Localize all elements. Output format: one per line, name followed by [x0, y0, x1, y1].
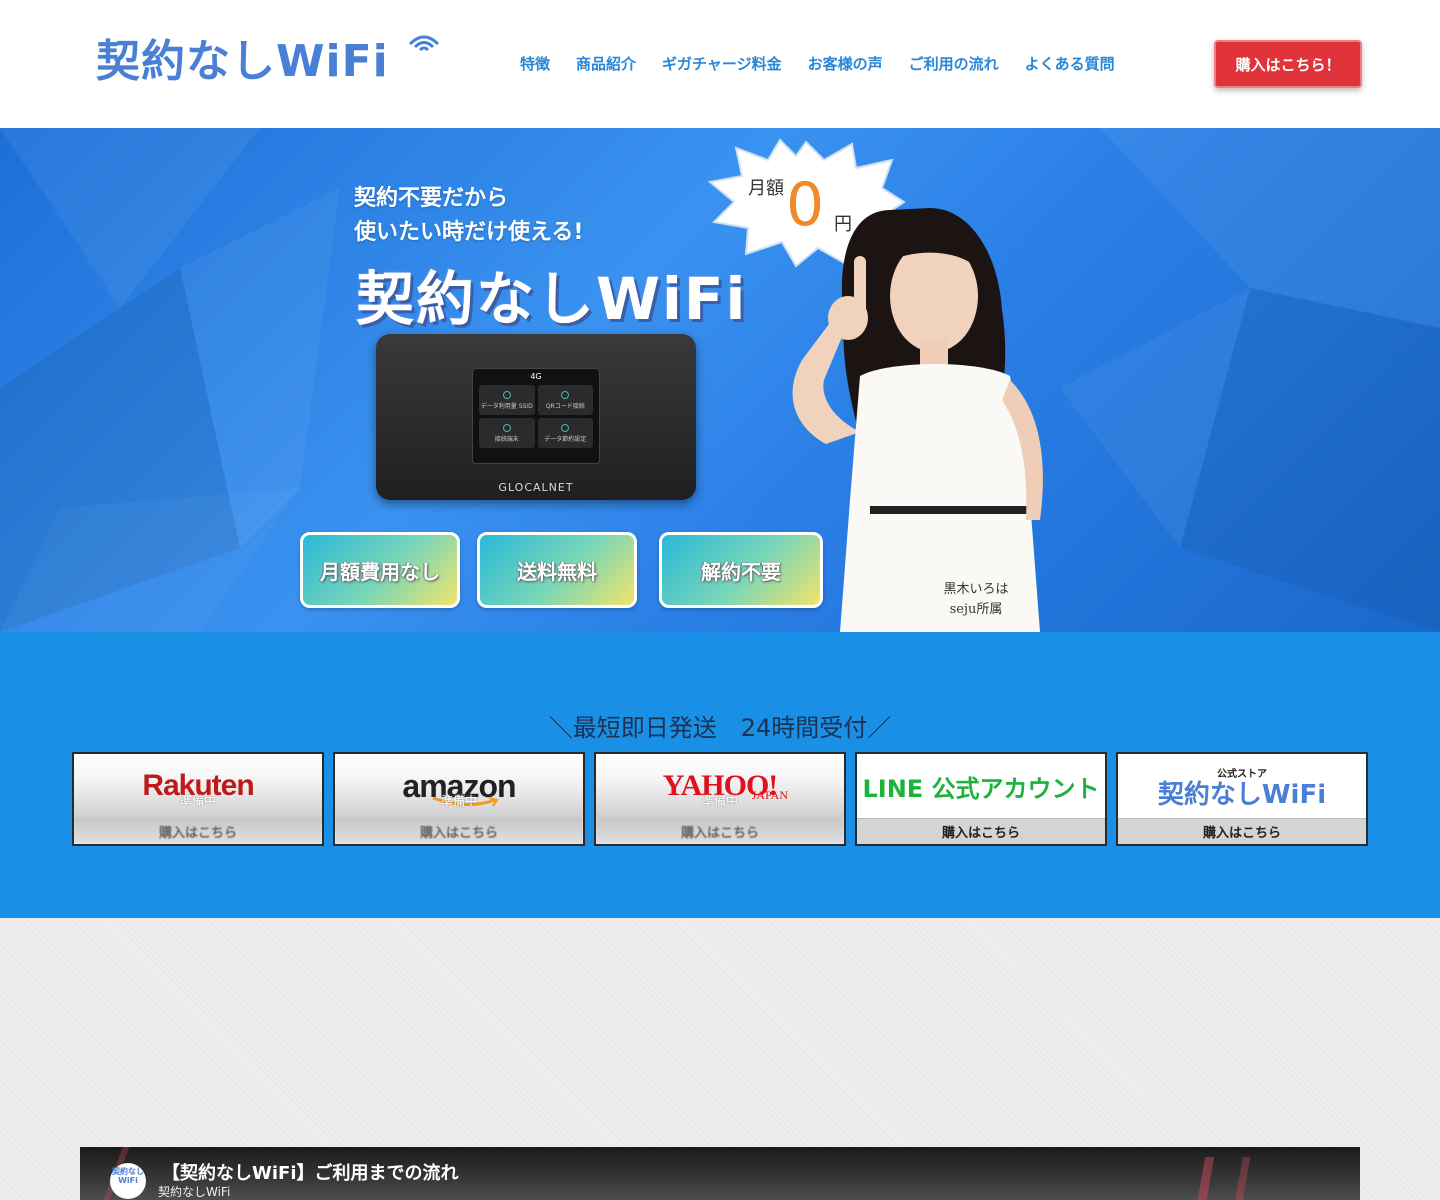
store-yahoo[interactable]: YAHOO! JAPAN 準備中 購入はこちら	[594, 752, 846, 846]
video-section: 契約なしWiFi 【契約なしWiFi】ご利用までの流れ 契約なしWiFi	[0, 918, 1440, 1200]
official-store-logo: 契約なしWiFi	[1157, 779, 1327, 810]
logo-text: 契約なしWiFi	[96, 36, 389, 87]
store-buy-link[interactable]: 購入はこちら	[74, 818, 322, 844]
feature-no-monthly-fee: 月額費用なし	[300, 532, 460, 608]
model-photo	[792, 208, 1043, 632]
model-credit: 黒木いろは seju所属	[943, 582, 1009, 617]
official-store-label: 公式ストア	[1217, 768, 1267, 780]
store-section: ＼最短即日発送 24時間受付／ Rakuten 準備中 購入はこちら amazo…	[0, 632, 1440, 918]
hero-tagline: 契約不要だから 使いたい時だけ使える!	[354, 182, 583, 250]
store-buy-link[interactable]: 購入はこちら	[596, 818, 844, 844]
video-channel-name[interactable]: 契約なしWiFi	[158, 1183, 230, 1200]
router-tile: データ節約設定	[537, 418, 593, 448]
hero-tagline-line1: 契約不要だから	[354, 186, 509, 211]
nav-features[interactable]: 特徴	[520, 48, 550, 80]
main-nav: 特徴 商品紹介 ギガチャージ料金 お客様の声 ご利用の流れ よくある質問	[520, 48, 1141, 80]
video-player[interactable]: 契約なしWiFi 【契約なしWiFi】ご利用までの流れ 契約なしWiFi	[80, 1147, 1360, 1200]
store-official[interactable]: 公式ストア 契約なしWiFi 購入はこちら	[1116, 752, 1368, 846]
router-tile: 接続端末	[479, 418, 535, 448]
router-status: 4G	[530, 372, 542, 381]
store-rakuten[interactable]: Rakuten 準備中 購入はこちら	[72, 752, 324, 846]
shield-icon	[561, 423, 570, 432]
store-status: 準備中	[440, 794, 477, 808]
hero-tagline-line2: 使いたい時だけ使える!	[354, 220, 584, 245]
wifi-router-image: 4G データ利用量 SSID QRコード接続 接続端末 データ節約設定 GLOC…	[376, 334, 696, 500]
router-tile: QRコード接続	[537, 385, 593, 415]
price-label: 月額	[748, 178, 784, 199]
store-status: 準備中	[179, 794, 216, 808]
store-buy-link[interactable]: 購入はこちら	[335, 818, 583, 844]
router-screen: 4G データ利用量 SSID QRコード接続 接続端末 データ節約設定	[472, 368, 600, 464]
nav-giga-charge-pricing[interactable]: ギガチャージ料金	[662, 48, 782, 80]
store-buy-link[interactable]: 購入はこちら	[857, 818, 1105, 844]
hero-title: 契約なしWiFi	[356, 265, 748, 333]
channel-avatar[interactable]: 契約なしWiFi	[110, 1163, 146, 1199]
store-amazon[interactable]: amazon 準備中 購入はこちら	[333, 752, 585, 846]
store-status: 準備中	[701, 794, 738, 808]
nav-faq[interactable]: よくある質問	[1025, 48, 1115, 80]
router-tile: データ利用量 SSID	[479, 385, 535, 415]
nav-usage-flow[interactable]: ご利用の流れ	[909, 48, 999, 80]
nav-customer-voices[interactable]: お客様の声	[808, 48, 883, 80]
store-section-title: ＼最短即日発送 24時間受付／	[548, 714, 892, 742]
line-logo: LINE 公式アカウント	[862, 774, 1100, 803]
hero-banner: 契約不要だから 使いたい時だけ使える! 契約なしWiFi 月額 0 円 4G デ…	[0, 128, 1440, 632]
qr-code-icon	[561, 390, 570, 399]
nav-products[interactable]: 商品紹介	[576, 48, 636, 80]
video-title[interactable]: 【契約なしWiFi】ご利用までの流れ	[162, 1159, 459, 1185]
buy-button[interactable]: 購入はこちら！	[1214, 40, 1362, 88]
site-logo[interactable]: 契約なしWiFi	[96, 34, 440, 90]
site-header: 契約なしWiFi 特徴 商品紹介 ギガチャージ料金 お客様の声 ご利用の流れ よ…	[0, 0, 1440, 128]
feature-free-shipping: 送料無料	[477, 532, 637, 608]
router-brand: GLOCALNET	[498, 481, 574, 494]
wifi-icon	[408, 35, 440, 52]
store-buy-link[interactable]: 購入はこちら	[1118, 818, 1366, 844]
link-icon	[502, 423, 511, 432]
data-usage-icon	[502, 390, 511, 399]
store-line[interactable]: LINE 公式アカウント 購入はこちら	[855, 752, 1107, 846]
